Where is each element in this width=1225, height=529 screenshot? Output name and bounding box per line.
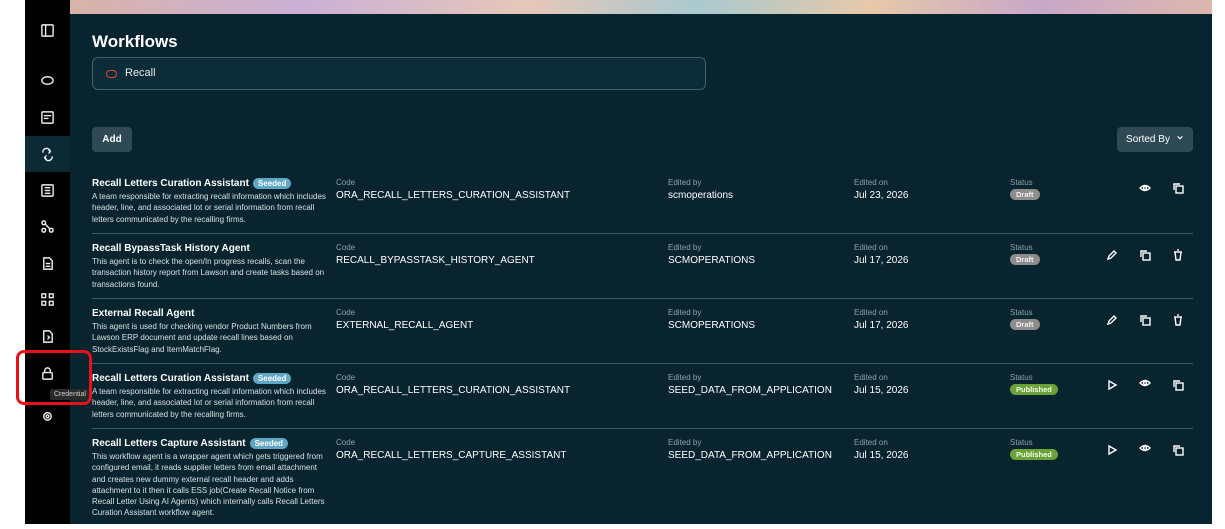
add-button[interactable]: Add (92, 127, 132, 152)
code-label: Code (336, 373, 356, 382)
workflows-icon[interactable] (25, 136, 70, 172)
edit-pencil-icon[interactable] (1106, 313, 1120, 327)
copy-icon[interactable] (1172, 181, 1186, 195)
edit-pencil-icon[interactable] (1106, 248, 1120, 262)
apps-grid-icon[interactable] (25, 281, 70, 317)
workflow-name-wrap: Recall BypassTask History Agent (92, 243, 250, 254)
seeded-badge: Seeded (252, 178, 292, 189)
workflow-description: A team responsible for extracting recall… (92, 192, 326, 224)
status-label: Status (1010, 373, 1033, 382)
code-label: Code (336, 178, 356, 187)
workflow-row[interactable]: Recall Letters Curation Assistant Seeded … (92, 373, 1193, 429)
status-label: Status (1010, 178, 1033, 187)
workflow-description: This workflow agent is a wrapper agent w… (92, 452, 325, 518)
workflow-name: Recall Letters Curation Assistant (92, 178, 249, 189)
edited-by-label: Edited by (668, 373, 702, 382)
workflow-row[interactable]: External Recall Agent This agent is used… (92, 308, 1193, 364)
view-icon[interactable] (1139, 441, 1153, 455)
seeded-badge: Seeded (249, 438, 289, 449)
edited-by-value: scmoperations (668, 190, 734, 201)
edited-on-value: Jul 17, 2026 (854, 255, 909, 266)
code-label: Code (336, 308, 356, 317)
run-play-icon[interactable] (1106, 443, 1120, 457)
trash-icon[interactable] (1172, 313, 1186, 327)
edited-on-label: Edited on (854, 178, 888, 187)
status-badge: Draft (1010, 319, 1040, 330)
code-value: ORA_RECALL_LETTERS_CURATION_ASSISTANT (336, 190, 571, 201)
workflow-row[interactable]: Recall Letters Curation Assistant Seeded … (92, 178, 1193, 234)
edited-on-label: Edited on (854, 243, 888, 252)
edited-on-label: Edited on (854, 438, 888, 447)
copy-icon[interactable] (1172, 378, 1186, 392)
status-badge: Published (1010, 384, 1058, 395)
view-icon[interactable] (1139, 181, 1153, 195)
workflow-description: This agent is to check the open/In progr… (92, 257, 325, 289)
edited-on-label: Edited on (854, 308, 888, 317)
status-label: Status (1010, 438, 1033, 447)
edited-by-value: SEED_DATA_FROM_APPLICATION (668, 450, 832, 461)
code-value: ORA_RECALL_LETTERS_CURATION_ASSISTANT (336, 385, 571, 396)
workflow-description: A team responsible for extracting recall… (92, 387, 326, 419)
search-value: Recall (125, 67, 156, 79)
edited-on-label: Edited on (854, 373, 888, 382)
oracle-search-icon (106, 70, 117, 78)
workflow-name-wrap: Recall Letters Curation Assistant Seeded (92, 178, 292, 189)
edited-by-label: Edited by (668, 243, 702, 252)
code-value: RECALL_BYPASSTASK_HISTORY_AGENT (336, 255, 535, 266)
document-icon[interactable] (25, 245, 70, 281)
search-input[interactable]: Recall (92, 57, 706, 90)
page-title: Workflows (92, 32, 178, 51)
copy-icon[interactable] (1139, 248, 1153, 262)
status-badge: Draft (1010, 254, 1040, 265)
workflow-row[interactable]: Recall BypassTask History Agent This age… (92, 243, 1193, 299)
header-banner (70, 0, 1212, 14)
inbox-icon[interactable] (25, 99, 70, 135)
edited-by-value: SCMOPERATIONS (668, 320, 756, 331)
edited-by-value: SEED_DATA_FROM_APPLICATION (668, 385, 832, 396)
edited-by-label: Edited by (668, 308, 702, 317)
seeded-badge: Seeded (252, 373, 292, 384)
workflow-name: Recall Letters Curation Assistant (92, 373, 249, 384)
sorted-by-label: Sorted By (1126, 134, 1170, 145)
oracle-logo-icon[interactable] (25, 62, 70, 98)
workflow-name-wrap: Recall Letters Curation Assistant Seeded (92, 373, 292, 384)
copy-icon[interactable] (1139, 313, 1153, 327)
workflow-name: Recall Letters Capture Assistant (92, 438, 246, 449)
code-label: Code (336, 438, 356, 447)
edited-by-label: Edited by (668, 178, 702, 187)
connections-icon[interactable] (25, 208, 70, 244)
annotation-highlight-box (16, 350, 92, 405)
status-label: Status (1010, 308, 1033, 317)
workflow-row[interactable]: Recall Letters Capture Assistant Seeded T… (92, 438, 1193, 524)
chevron-down-icon (1176, 134, 1184, 145)
view-icon[interactable] (1139, 376, 1153, 390)
edited-on-value: Jul 23, 2026 (854, 190, 909, 201)
list-icon[interactable] (25, 172, 70, 208)
sidebar-toggle-icon[interactable] (25, 12, 70, 48)
edited-on-value: Jul 17, 2026 (854, 320, 909, 331)
workflow-name: Recall BypassTask History Agent (92, 243, 250, 254)
app-frame: Credential Workflows Recall Add Sorted B… (25, 0, 1212, 524)
run-play-icon[interactable] (1106, 378, 1120, 392)
edited-on-value: Jul 15, 2026 (854, 450, 909, 461)
workflow-name: External Recall Agent (92, 308, 195, 319)
edited-on-value: Jul 15, 2026 (854, 385, 909, 396)
code-value: ORA_RECALL_LETTERS_CAPTURE_ASSISTANT (336, 450, 567, 461)
status-badge: Draft (1010, 189, 1040, 200)
sorted-by-button[interactable]: Sorted By (1117, 127, 1193, 152)
code-value: EXTERNAL_RECALL_AGENT (336, 320, 474, 331)
status-label: Status (1010, 243, 1033, 252)
file-export-icon[interactable] (25, 318, 70, 354)
status-badge: Published (1010, 449, 1058, 460)
trash-icon[interactable] (1172, 248, 1186, 262)
edited-by-value: SCMOPERATIONS (668, 255, 756, 266)
sidebar-rail (25, 0, 70, 524)
workflow-name-wrap: Recall Letters Capture Assistant Seeded (92, 438, 289, 449)
code-label: Code (336, 243, 356, 252)
workflow-name-wrap: External Recall Agent (92, 308, 194, 319)
edited-by-label: Edited by (668, 438, 702, 447)
workflow-description: This agent is used for checking vendor P… (92, 322, 312, 354)
copy-icon[interactable] (1172, 443, 1186, 457)
